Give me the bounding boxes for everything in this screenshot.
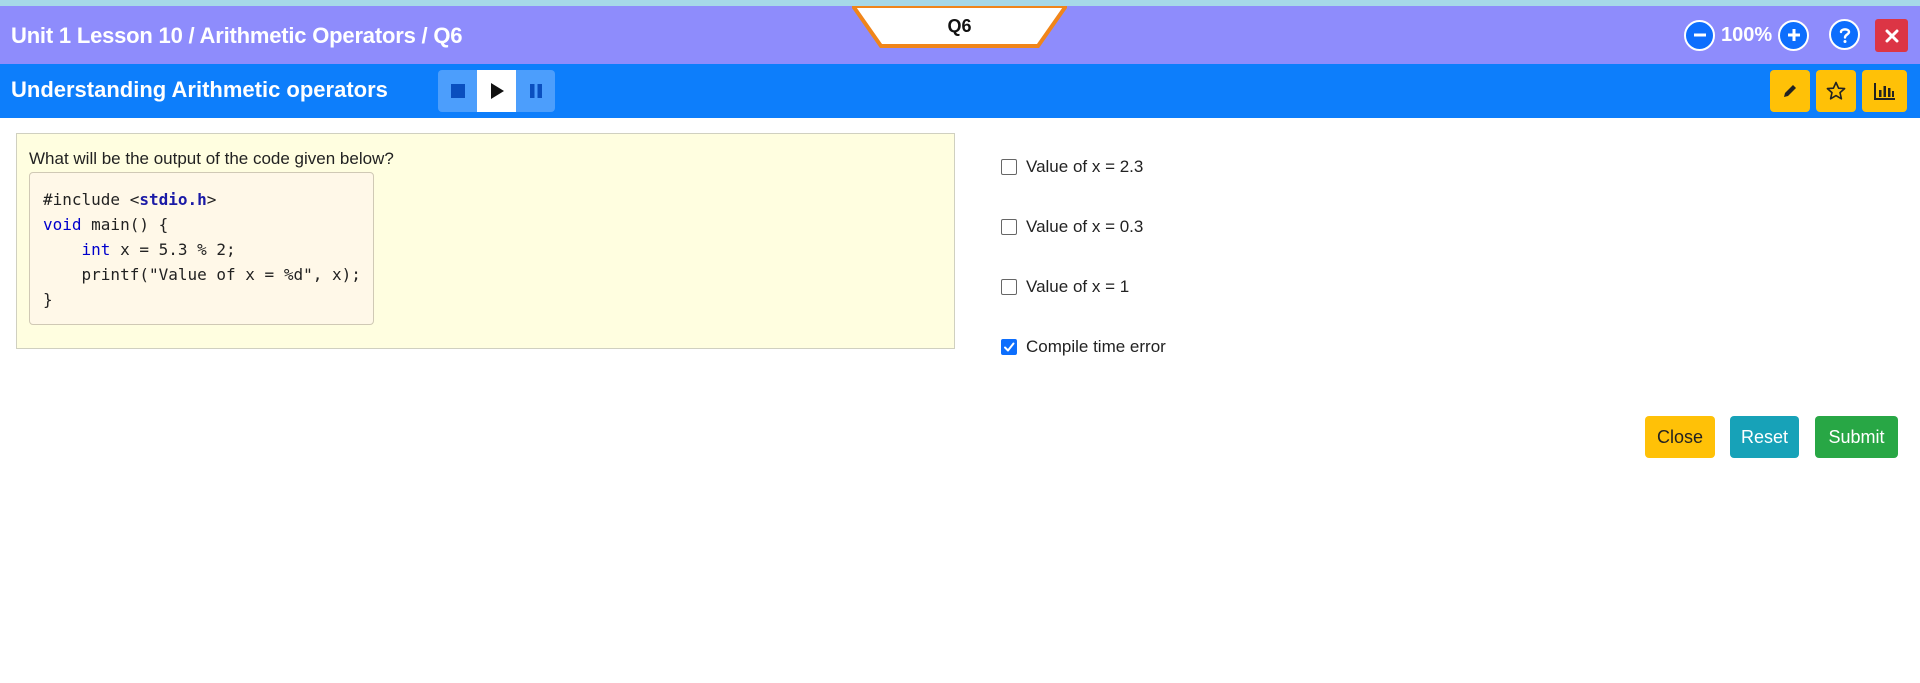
stop-button[interactable] [438,70,477,112]
code-text: > [206,190,217,209]
media-controls [438,70,555,112]
zoom-out-button[interactable] [1684,19,1715,51]
question-icon [1839,27,1850,43]
zoom-in-button[interactable] [1778,19,1810,51]
question-panel: What will be the output of the code give… [16,133,955,349]
pencil-icon [1784,85,1796,97]
lesson-title: Understanding Arithmetic operators [11,77,388,102]
submit-button[interactable]: Submit [1815,416,1898,458]
star-icon [1826,81,1846,100]
question-number-label: Q6 [947,16,972,36]
code-keyword: void [43,215,82,234]
stop-icon [450,84,465,98]
zoom-controls: 100% [1684,19,1810,51]
notes-button[interactable] [1770,70,1810,112]
pause-icon [529,84,542,98]
code-line: #include <stdio.h> [43,187,373,212]
option-checkbox[interactable] [1001,279,1017,295]
close-window-button[interactable] [1875,19,1908,52]
option-label: Value of x = 2.3 [1026,157,1144,176]
question-prompt: What will be the output of the code give… [29,149,394,168]
check-icon [1004,342,1015,352]
bookmark-button[interactable] [1816,70,1856,112]
option-label: Value of x = 1 [1026,277,1130,296]
close-button[interactable]: Close [1645,416,1715,458]
bar-chart-icon [1873,83,1895,100]
minus-circle-icon [1693,33,1706,37]
breadcrumb: Unit 1 Lesson 10 / Arithmetic Operators … [11,23,463,48]
code-text: main() { [81,215,169,234]
option-label: Compile time error [1026,337,1166,356]
option-label: Value of x = 0.3 [1026,217,1144,236]
code-block: #include <stdio.h> void main() { int x =… [29,172,374,325]
option-checkbox[interactable] [1001,159,1017,175]
code-line: printf("Value of x = %d", x); [43,265,361,284]
option-checkbox-checked[interactable] [1001,339,1017,355]
zoom-level: 100% [1721,23,1773,46]
code-header-name: stdio.h [139,190,207,209]
option-checkbox[interactable] [1001,219,1017,235]
play-button[interactable] [477,70,516,112]
option-2[interactable]: Value of x = 0.3 [1001,217,1143,237]
stats-button[interactable] [1862,70,1907,112]
code-line: void main() { [43,212,373,237]
reset-button[interactable]: Reset [1730,416,1799,458]
lesson-bar: Understanding Arithmetic operators [0,64,1920,118]
question-number-tab: Q6 [852,6,1067,48]
option-3[interactable]: Value of x = 1 [1001,277,1129,297]
option-1[interactable]: Value of x = 2.3 [1001,157,1143,177]
play-icon [490,83,504,99]
pause-button[interactable] [516,70,555,112]
code-line: } [43,290,53,309]
code-line: int x = 5.3 % 2; [43,237,373,262]
code-keyword: int [81,240,111,259]
option-4[interactable]: Compile time error [1001,337,1166,357]
code-text: #include < [43,190,140,209]
code-text: x = 5.3 % 2; [110,240,236,259]
close-icon [1885,29,1898,42]
plus-circle-icon [1787,29,1800,41]
help-button[interactable] [1829,19,1860,50]
